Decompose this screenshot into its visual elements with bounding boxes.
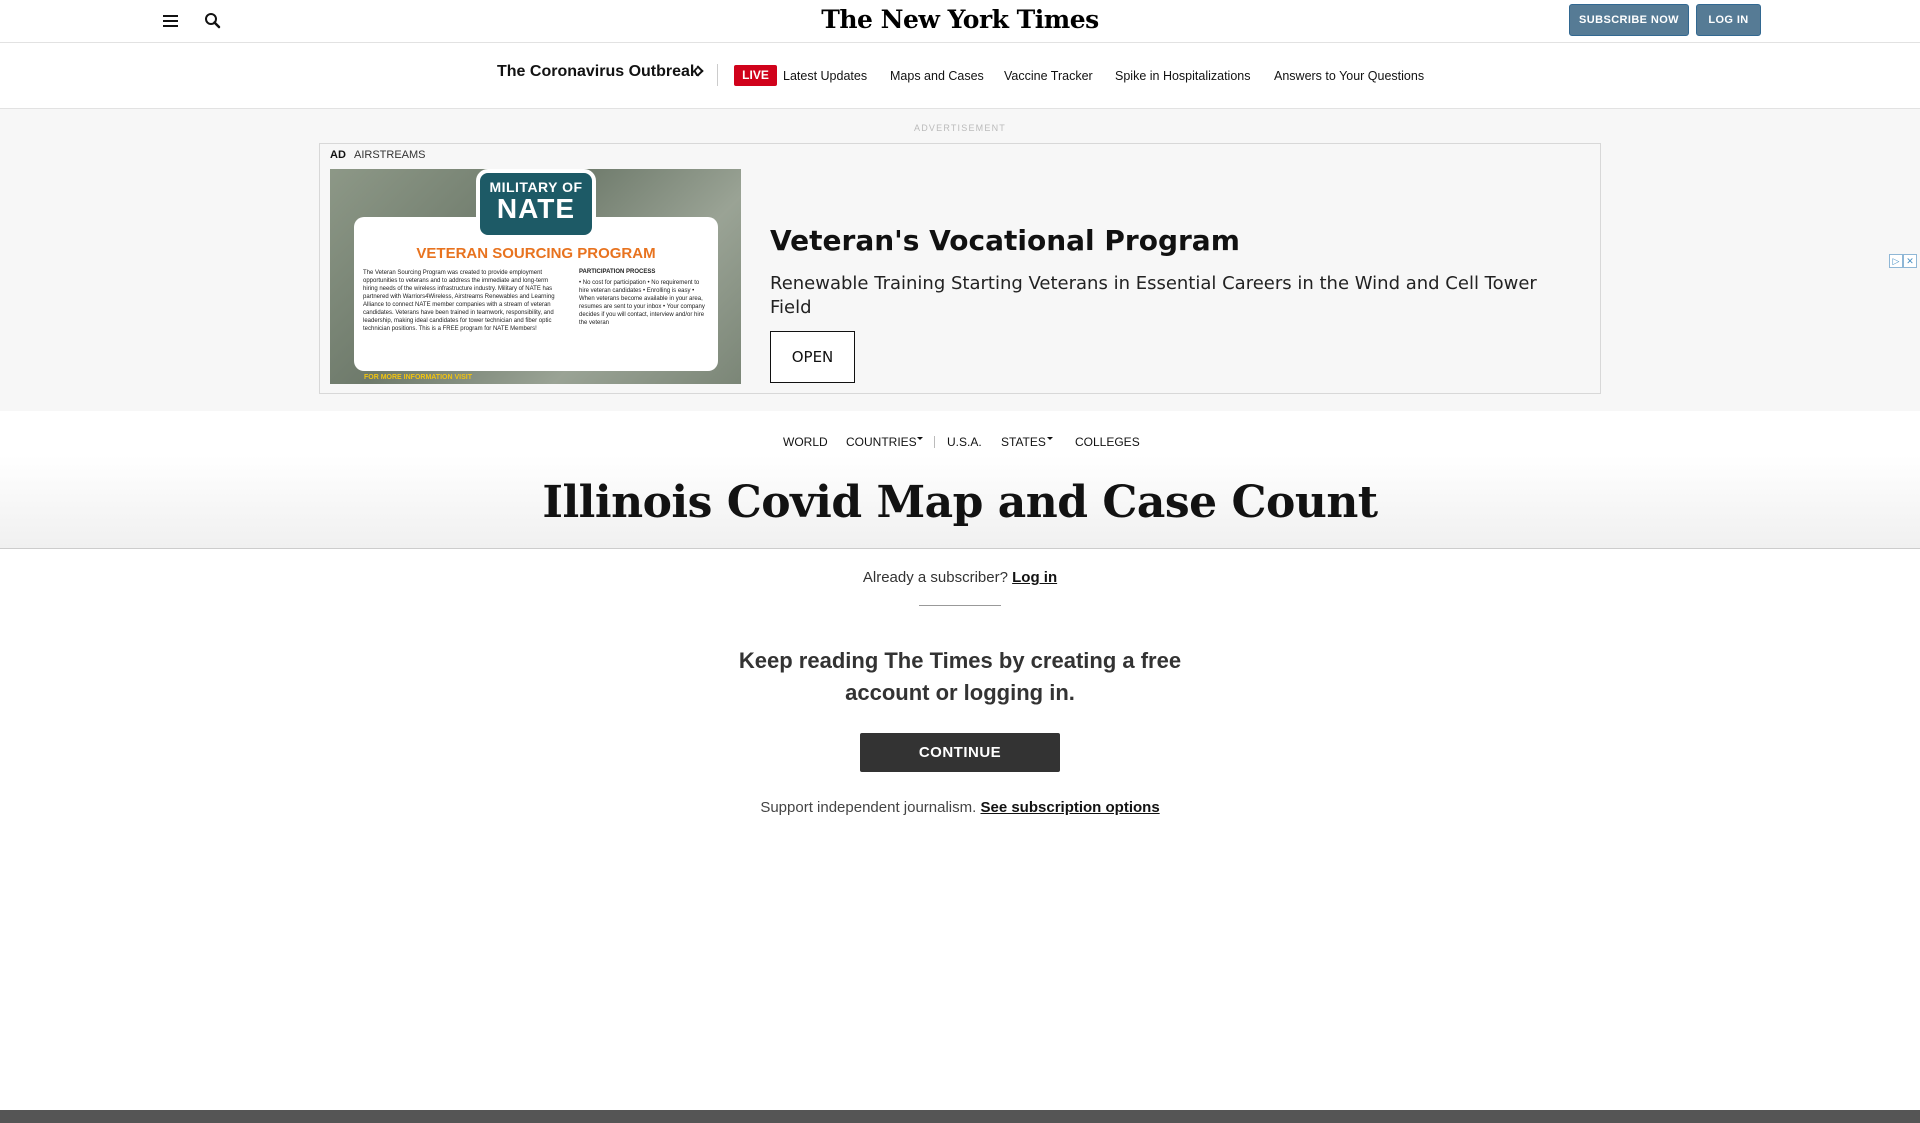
bottom-bar <box>0 1110 1920 1123</box>
divider <box>717 64 718 86</box>
ad-heading[interactable]: Veteran's Vocational Program <box>770 224 1240 257</box>
vaccine-tracker-link[interactable]: Vaccine Tracker <box>1004 69 1093 83</box>
advertisement-label: ADVERTISEMENT <box>914 123 1006 133</box>
ad-description: Renewable Training Starting Veterans in … <box>770 273 1537 318</box>
divider <box>934 436 935 448</box>
live-badge[interactable]: LIVE <box>734 65 777 86</box>
advertisement-region: ADVERTISEMENT AD AIRSTREAMS VETERAN SOUR… <box>0 109 1920 411</box>
tab-countries[interactable]: COUNTRIES <box>846 435 917 449</box>
ad-image-heading: VETERAN SOURCING PROGRAM <box>416 245 656 262</box>
ad-image[interactable]: VETERAN SOURCING PROGRAM The Veteran Sou… <box>330 169 741 384</box>
support-prompt: Support independent journalism. See subs… <box>0 799 1920 816</box>
support-text: Support independent journalism. <box>760 799 977 816</box>
latest-updates-link[interactable]: Latest Updates <box>783 69 867 83</box>
regwall-heading: Keep reading The Times by creating a fre… <box>738 648 1182 705</box>
caret-down-icon <box>1047 437 1053 440</box>
ad-badge-main-text: NATE <box>496 193 576 224</box>
ad-image-right-title: PARTICIPATION PROCESS <box>579 269 656 275</box>
ad-sponsor: AIRSTREAMS <box>354 149 426 161</box>
subscriber-prompt: Already a subscriber? Log in <box>0 569 1920 586</box>
log-in-link[interactable]: Log in <box>1012 569 1057 586</box>
caret-down-icon <box>917 437 923 440</box>
ad-image-card: VETERAN SOURCING PROGRAM The Veteran Sou… <box>354 217 718 371</box>
ad-banner[interactable]: AD AIRSTREAMS VETERAN SOURCING PROGRAM T… <box>319 143 1601 394</box>
tab-colleges[interactable]: COLLEGES <box>1075 435 1140 449</box>
coronavirus-outbreak-link[interactable]: The Coronavirus Outbreak <box>497 63 699 81</box>
adchoices-play-icon[interactable]: ▷ <box>1889 254 1903 268</box>
divider <box>919 605 1001 606</box>
subscriber-text: Already a subscriber? <box>862 569 1008 586</box>
log-in-button[interactable]: LOG IN <box>1696 4 1761 36</box>
subscribe-now-button[interactable]: SUBSCRIBE NOW <box>1569 4 1689 36</box>
coronavirus-nav-bar: The Coronavirus Outbreak LIVE Latest Upd… <box>0 43 1920 109</box>
title-band: Illinois Covid Map and Case Count <box>0 455 1920 549</box>
tab-usa[interactable]: U.S.A. <box>947 435 982 449</box>
masthead: The New York Times SUBSCRIBE NOW LOG IN <box>0 0 1920 43</box>
continue-button[interactable]: CONTINUE <box>860 733 1060 772</box>
maps-and-cases-link[interactable]: Maps and Cases <box>890 69 984 83</box>
ad-image-left-text: The Veteran Sourcing Program was created… <box>363 270 555 332</box>
spike-in-hospitalizations-link[interactable]: Spike in Hospitalizations <box>1115 69 1251 83</box>
ad-image-footer: FOR MORE INFORMATION VISIT <box>364 374 472 381</box>
ad-close-icon[interactable]: ✕ <box>1903 254 1917 268</box>
answers-to-questions-link[interactable]: Answers to Your Questions <box>1274 69 1424 83</box>
military-of-nate-logo: MILITARY OF NATE <box>476 169 596 239</box>
page-title: Illinois Covid Map and Case Count <box>542 477 1378 528</box>
see-subscription-options-link[interactable]: See subscription options <box>980 799 1159 816</box>
ad-choices-icon[interactable]: ▷ ✕ <box>1889 251 1920 268</box>
tab-states[interactable]: STATES <box>1001 435 1046 449</box>
ad-tag: AD <box>330 149 346 161</box>
ad-image-right-text: • No cost for participation • No require… <box>579 280 705 326</box>
tab-world[interactable]: WORLD <box>783 435 828 449</box>
ad-open-button[interactable]: OPEN <box>770 331 855 383</box>
